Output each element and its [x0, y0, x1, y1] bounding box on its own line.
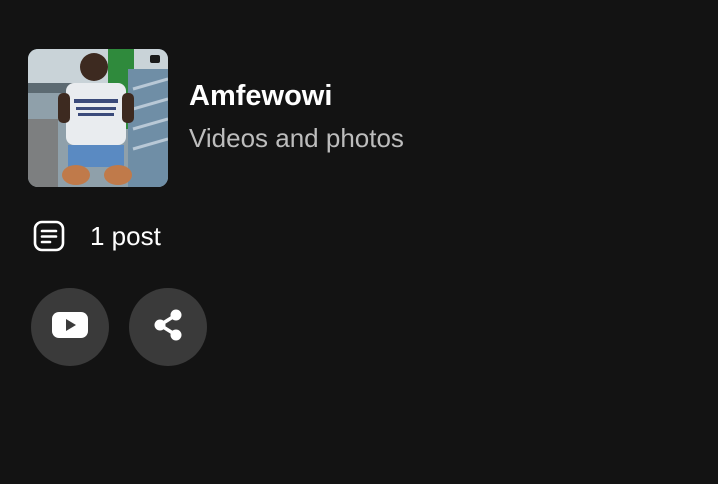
post-count-label: 1 post	[90, 220, 161, 251]
channel-title: Amfewowi	[189, 80, 333, 112]
thumbnail-photo	[28, 49, 168, 187]
channel-thumbnail[interactable]	[28, 49, 168, 187]
channel-page: Amfewowi Videos and photos 1 post	[0, 0, 718, 484]
channel-subtitle: Videos and photos	[189, 123, 404, 153]
share-icon	[152, 308, 184, 347]
youtube-button[interactable]	[31, 288, 109, 366]
youtube-icon	[52, 311, 88, 343]
share-button[interactable]	[129, 288, 207, 366]
post-count-row[interactable]: 1 post	[31, 217, 161, 255]
document-lines-icon	[31, 218, 67, 254]
